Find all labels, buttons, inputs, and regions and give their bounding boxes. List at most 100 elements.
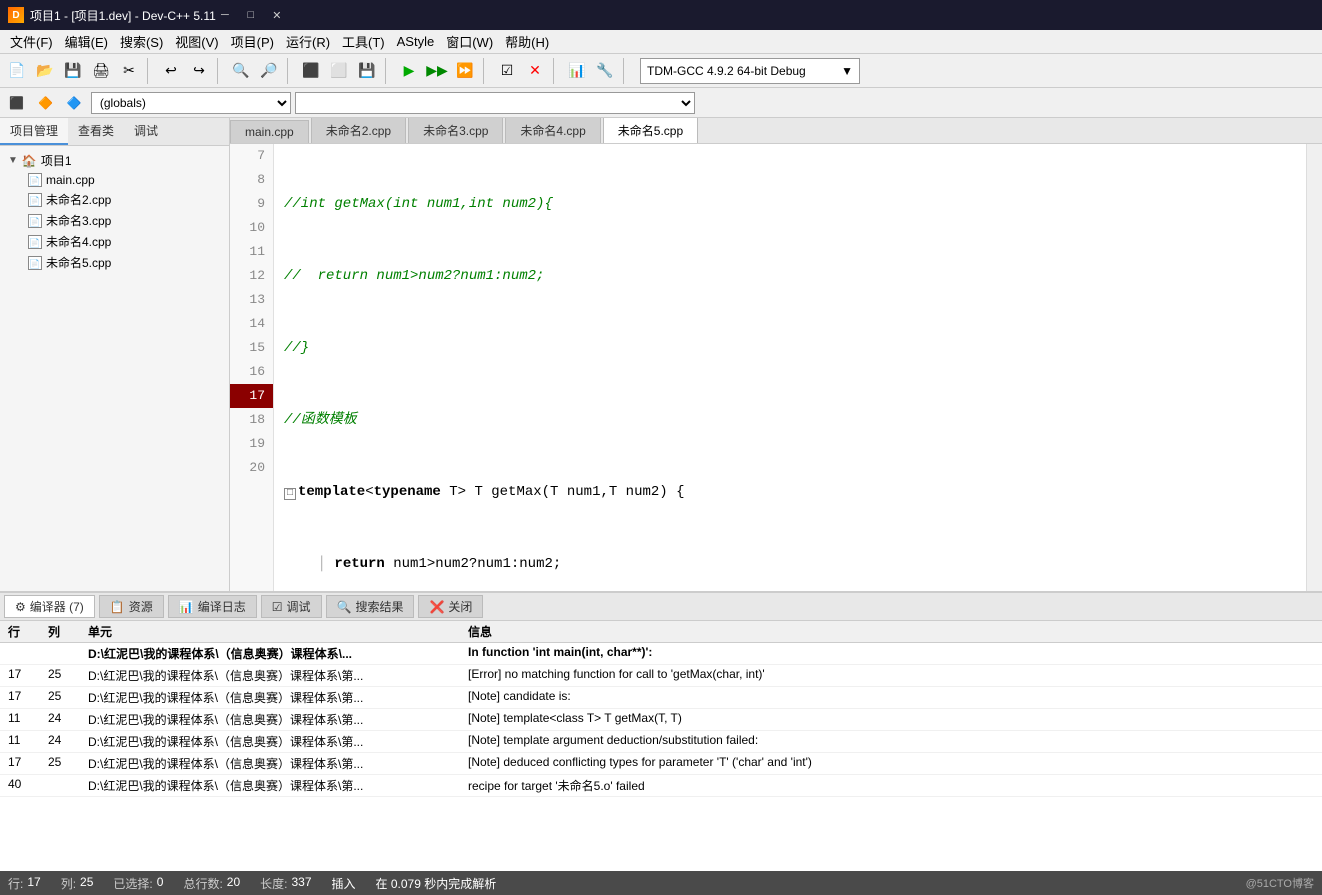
- table-row[interactable]: D:\红泥巴\我的课程体系\（信息奥赛）课程体系\... In function…: [0, 643, 1322, 665]
- globals-dropdown[interactable]: (globals): [91, 92, 291, 114]
- compile-button[interactable]: ▶: [396, 58, 422, 84]
- bottom-tab-compiler[interactable]: ⚙ 编译器 (7): [4, 595, 95, 618]
- menu-help[interactable]: 帮助(H): [499, 30, 555, 53]
- tab-unnamed2[interactable]: 未命名2.cpp: [311, 118, 406, 143]
- redo-button[interactable]: ↪: [186, 58, 212, 84]
- linenum-18: 18: [230, 408, 273, 432]
- cell-unit: D:\红泥巴\我的课程体系\（信息奥赛）课程体系\...: [80, 643, 460, 665]
- bottom-tab-close[interactable]: ❌ 关闭: [418, 595, 483, 618]
- toolbar-separator-6: [553, 58, 559, 84]
- bottom-tab-log[interactable]: 📊 编译日志: [168, 595, 257, 618]
- fold-marker-11[interactable]: □: [284, 488, 296, 500]
- table-row[interactable]: 17 25 D:\红泥巴\我的课程体系\（信息奥赛）课程体系\第... [Not…: [0, 687, 1322, 709]
- compile-run-button[interactable]: ⏩: [452, 58, 478, 84]
- file-icon-main: 📄: [28, 173, 42, 187]
- table-row[interactable]: 17 25 D:\红泥巴\我的课程体系\（信息奥赛）课程体系\第... [Err…: [0, 665, 1322, 687]
- menu-edit[interactable]: 编辑(E): [59, 30, 114, 53]
- compiler-selector[interactable]: TDM-GCC 4.9.2 64-bit Debug ▼: [640, 58, 860, 84]
- bottom-tab-resources[interactable]: 📋 资源: [99, 595, 164, 618]
- indent-button[interactable]: ⬛: [298, 58, 324, 84]
- sidebar-item-unnamed3[interactable]: 📄 未命名3.cpp: [4, 210, 225, 231]
- linenum-20: 20: [230, 456, 273, 480]
- debug-button[interactable]: ☑: [494, 58, 520, 84]
- menu-window[interactable]: 窗口(W): [440, 30, 499, 53]
- open-button[interactable]: 📂: [32, 58, 58, 84]
- sidebar-tabs: 项目管理 查看类 调试: [0, 118, 229, 146]
- tab-unnamed5[interactable]: 未命名5.cpp: [603, 118, 698, 143]
- close-button[interactable]: ✕: [268, 6, 286, 24]
- cell-col: 24: [40, 731, 80, 753]
- code-content[interactable]: //int getMax(int num1,int num2){ // retu…: [274, 144, 1306, 591]
- sidebar-tab-class[interactable]: 查看类: [68, 118, 124, 145]
- status-parse: 在 0.079 秒内完成解析: [376, 875, 497, 892]
- menu-run[interactable]: 运行(R): [280, 30, 336, 53]
- minimize-button[interactable]: ─: [216, 6, 234, 24]
- format-button[interactable]: 💾: [354, 58, 380, 84]
- func-button[interactable]: 🔷: [62, 90, 87, 116]
- linenum-8: 8: [230, 168, 273, 192]
- sidebar-item-unnamed4[interactable]: 📄 未命名4.cpp: [4, 231, 225, 252]
- maximize-button[interactable]: □: [242, 6, 260, 24]
- find-button[interactable]: 🔍: [228, 58, 254, 84]
- toolbar-separator-4: [385, 58, 391, 84]
- menu-astyle[interactable]: AStyle: [391, 32, 441, 51]
- stop-button[interactable]: ✕: [522, 58, 548, 84]
- cell-msg: [Error] no matching function for call to…: [460, 665, 1322, 687]
- tab-main-cpp[interactable]: main.cpp: [230, 120, 309, 143]
- code-editor[interactable]: 7 8 9 10 11 12 13 14 15 16 17 18 19 20 /…: [230, 144, 1322, 591]
- sidebar-tab-debug[interactable]: 调试: [124, 118, 168, 145]
- menu-search[interactable]: 搜索(S): [114, 30, 169, 53]
- linenum-15: 15: [230, 336, 273, 360]
- vertical-scrollbar[interactable]: [1306, 144, 1322, 591]
- sidebar-item-main[interactable]: 📄 main.cpp: [4, 171, 225, 189]
- cell-col: [40, 643, 80, 665]
- function-dropdown[interactable]: [295, 92, 695, 114]
- bottom-tab-search[interactable]: 🔍 搜索结果: [326, 595, 415, 618]
- replace-button[interactable]: 🔎: [256, 58, 282, 84]
- file-name-unnamed3: 未命名3.cpp: [46, 212, 111, 229]
- save-all-button[interactable]: 🖨: [88, 58, 114, 84]
- code-line-7: //int getMax(int num1,int num2){: [284, 192, 1306, 216]
- sidebar: 项目管理 查看类 调试 ▼ 🏠 项目1 📄 main.cpp 📄 未命名2.cp…: [0, 118, 230, 591]
- run-button[interactable]: ▶▶: [424, 58, 450, 84]
- line-numbers: 7 8 9 10 11 12 13 14 15 16 17 18 19 20: [230, 144, 274, 591]
- undo-button[interactable]: ↩: [158, 58, 184, 84]
- sidebar-item-unnamed5[interactable]: 📄 未命名5.cpp: [4, 252, 225, 273]
- project-root[interactable]: ▼ 🏠 项目1: [4, 150, 225, 171]
- table-row[interactable]: 11 24 D:\红泥巴\我的课程体系\（信息奥赛）课程体系\第... [Not…: [0, 731, 1322, 753]
- sidebar-item-unnamed2[interactable]: 📄 未命名2.cpp: [4, 189, 225, 210]
- table-row[interactable]: 17 25 D:\红泥巴\我的课程体系\（信息奥赛）课程体系\第... [Not…: [0, 753, 1322, 775]
- table-row[interactable]: 11 24 D:\红泥巴\我的课程体系\（信息奥赛）课程体系\第... [Not…: [0, 709, 1322, 731]
- parse-val: 在 0.079 秒内完成解析: [376, 875, 497, 892]
- tab-unnamed4[interactable]: 未命名4.cpp: [505, 118, 600, 143]
- main-area: 项目管理 查看类 调试 ▼ 🏠 项目1 📄 main.cpp 📄 未命名2.cp…: [0, 118, 1322, 591]
- menu-view[interactable]: 视图(V): [169, 30, 224, 53]
- tab-unnamed3[interactable]: 未命名3.cpp: [408, 118, 503, 143]
- cell-row: 17: [0, 665, 40, 687]
- sidebar-tab-project[interactable]: 项目管理: [0, 118, 68, 145]
- new-file-button[interactable]: 📄: [4, 58, 30, 84]
- bottom-tab-debug[interactable]: ☑ 调试: [261, 595, 322, 618]
- statusbar: 行: 17 列: 25 已选择: 0 总行数: 20 长度: 337 插入 在 …: [0, 871, 1322, 895]
- profile-button[interactable]: 📊: [564, 58, 590, 84]
- cell-col: [40, 775, 80, 797]
- close-file-button[interactable]: ✂: [116, 58, 142, 84]
- menu-tools[interactable]: 工具(T): [336, 30, 391, 53]
- status-col: 列: 25: [61, 875, 94, 892]
- project-button[interactable]: ⬛: [4, 90, 29, 116]
- menu-project[interactable]: 项目(P): [225, 30, 280, 53]
- save-button[interactable]: 💾: [60, 58, 86, 84]
- linenum-19: 19: [230, 432, 273, 456]
- code-line-12: │ return num1>num2?num1:num2;: [284, 552, 1306, 576]
- bookmark-button[interactable]: 🔧: [592, 58, 618, 84]
- cell-msg: [Note] candidate is:: [460, 687, 1322, 709]
- cell-msg: In function 'int main(int, char**)':: [460, 643, 1322, 665]
- cell-col: 25: [40, 687, 80, 709]
- title-text: 项目1 - [项目1.dev] - Dev-C++ 5.11: [30, 7, 216, 24]
- file-name-unnamed4: 未命名4.cpp: [46, 233, 111, 250]
- class-button[interactable]: 🔶: [33, 90, 58, 116]
- menu-file[interactable]: 文件(F): [4, 30, 59, 53]
- linenum-17: 17: [230, 384, 273, 408]
- table-row[interactable]: 40 D:\红泥巴\我的课程体系\（信息奥赛）课程体系\第... recipe …: [0, 775, 1322, 797]
- unindent-button[interactable]: ⬜: [326, 58, 352, 84]
